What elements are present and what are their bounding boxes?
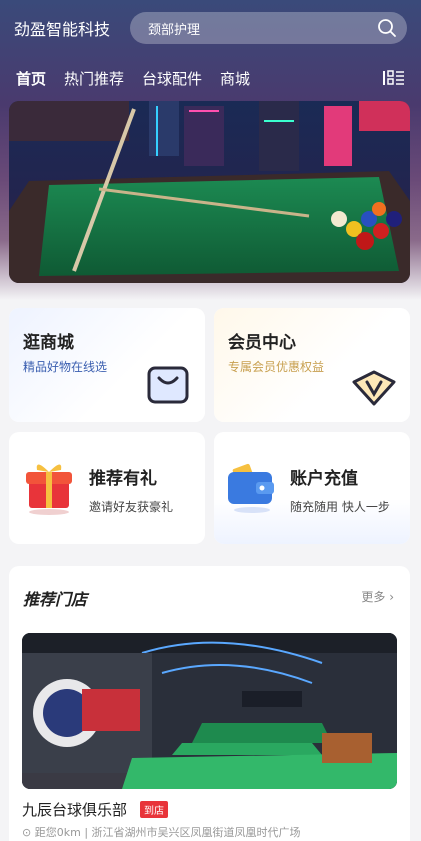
recharge-card-subtitle: 随充随用 快人一步 [290,500,390,514]
wallet-icon [228,463,274,513]
vip-diamond-icon [352,370,396,406]
referral-card[interactable]: 推荐有礼 邀请好友获豪礼 [9,432,205,544]
billiards-club-photo [22,633,397,789]
tab-accessories[interactable]: 台球配件 [142,68,202,89]
billiards-banner-image [9,101,410,283]
section-title: 推荐门店 [23,590,88,609]
member-card[interactable]: 会员中心 专属会员优惠权益 [214,308,410,422]
category-tabs: 首页 热门推荐 台球配件 商城 [16,64,405,92]
search-icon[interactable] [377,18,397,38]
store-name[interactable]: 九辰台球俱乐部 [22,799,127,820]
store-address: 浙江省湖州市吴兴区凤凰街道凤凰时代广场 [91,826,301,839]
member-card-title: 会员中心 [228,333,296,353]
brand-name: 劲盈智能科技 [14,20,111,39]
top-bar: 劲盈智能科技 颈部护理 [14,12,407,44]
member-card-subtitle: 专属会员优惠权益 [228,360,325,374]
store-distance: 距您0km [34,826,81,839]
recharge-card-title: 账户充值 [290,469,358,489]
search-input[interactable]: 颈部护理 [130,12,407,44]
location-pin-icon: ⊙ [22,826,32,839]
store-address-line: ⊙ 距您0km | 浙江省湖州市吴兴区凤凰街道凤凰时代广场 [22,824,301,840]
mall-card-title: 逛商城 [23,333,74,353]
store-badge: 到店 [140,801,168,818]
tab-home[interactable]: 首页 [16,68,46,89]
gift-box-icon [26,464,72,515]
tab-hot[interactable]: 热门推荐 [64,68,124,89]
promo-banner[interactable] [9,101,410,283]
search-placeholder: 颈部护理 [148,22,201,38]
category-menu-icon[interactable] [383,69,405,87]
recommended-stores-section: 推荐门店 更多 › 九辰台球俱乐部 到店 ⊙ 距您0km | 浙江省湖州市吴兴区… [9,566,410,841]
mall-card[interactable]: 逛商城 精品好物在线选 [9,308,205,422]
referral-card-title: 推荐有礼 [89,469,157,489]
store-photo[interactable] [22,633,397,789]
more-label: 更多 [361,590,386,604]
mall-card-subtitle: 精品好物在线选 [23,360,108,374]
shopping-bag-icon [147,366,189,404]
separator: | [84,826,92,839]
tab-mall[interactable]: 商城 [220,68,250,89]
referral-card-subtitle: 邀请好友获豪礼 [89,500,174,514]
recharge-card[interactable]: 账户充值 随充随用 快人一步 [214,432,410,544]
more-stores-link[interactable]: 更多 › [361,588,394,605]
chevron-right-icon: › [389,590,394,604]
